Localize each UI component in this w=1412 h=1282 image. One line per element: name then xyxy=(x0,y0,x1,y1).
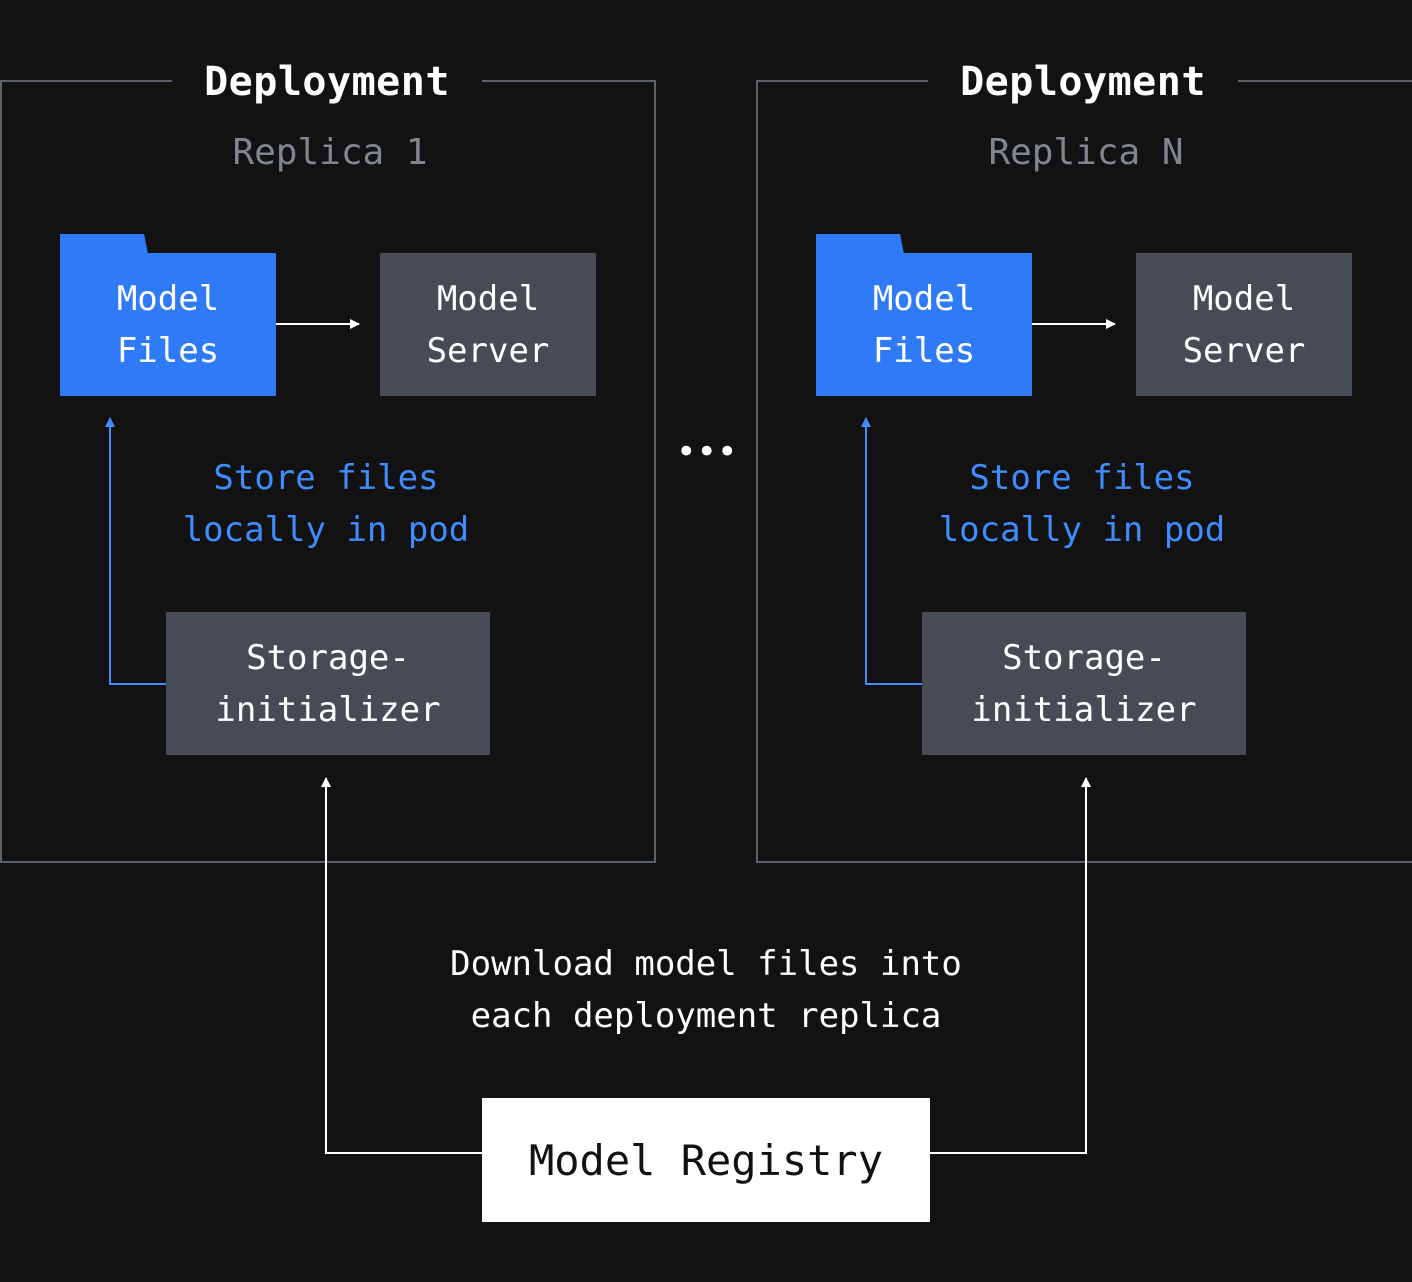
store-files-note-line: locally in pod xyxy=(182,510,470,550)
model-registry-box: Model Registry xyxy=(482,1098,930,1222)
download-caption-line: Download model files into xyxy=(450,944,962,984)
folder-icon xyxy=(60,234,148,254)
download-caption-line: each deployment replica xyxy=(470,996,942,1036)
model-registry-label: Model Registry xyxy=(528,1135,883,1185)
deployment-title: Deployment xyxy=(172,52,482,112)
model-files-label: Files xyxy=(872,330,976,371)
more-replicas-ellipsis: ••• xyxy=(676,432,738,472)
store-files-note: Store files locally in pod xyxy=(892,452,1272,556)
folder-icon xyxy=(816,234,904,254)
storage-initializer-box: Storage- initializer xyxy=(922,612,1246,755)
model-server-label: Server xyxy=(1182,330,1306,371)
store-files-note-line: Store files xyxy=(969,458,1195,498)
deployment-title: Deployment xyxy=(928,52,1238,112)
model-files-box: Model Files xyxy=(60,253,276,396)
replica-label: Replica 1 xyxy=(232,132,428,173)
store-files-note-line: Store files xyxy=(213,458,439,498)
storage-initializer-label: Storage- xyxy=(1002,637,1166,678)
model-files-label: Files xyxy=(116,330,220,371)
model-files-label: Model xyxy=(872,278,976,319)
model-server-label: Model xyxy=(436,278,540,319)
model-server-label: Server xyxy=(426,330,550,371)
store-files-note-line: locally in pod xyxy=(938,510,1226,550)
model-files-label: Model xyxy=(116,278,220,319)
storage-initializer-label: initializer xyxy=(215,689,441,730)
store-files-note: Store files locally in pod xyxy=(136,452,516,556)
model-server-box: Model Server xyxy=(1136,253,1352,396)
model-files-box: Model Files xyxy=(816,253,1032,396)
storage-initializer-box: Storage- initializer xyxy=(166,612,490,755)
download-caption: Download model files into each deploymen… xyxy=(380,938,1032,1042)
diagram: Deployment Replica 1 Model Files Model S… xyxy=(0,0,1412,1282)
model-server-label: Model xyxy=(1192,278,1296,319)
replica-label: Replica N xyxy=(988,132,1184,173)
model-server-box: Model Server xyxy=(380,253,596,396)
storage-initializer-label: initializer xyxy=(971,689,1197,730)
storage-initializer-label: Storage- xyxy=(246,637,410,678)
